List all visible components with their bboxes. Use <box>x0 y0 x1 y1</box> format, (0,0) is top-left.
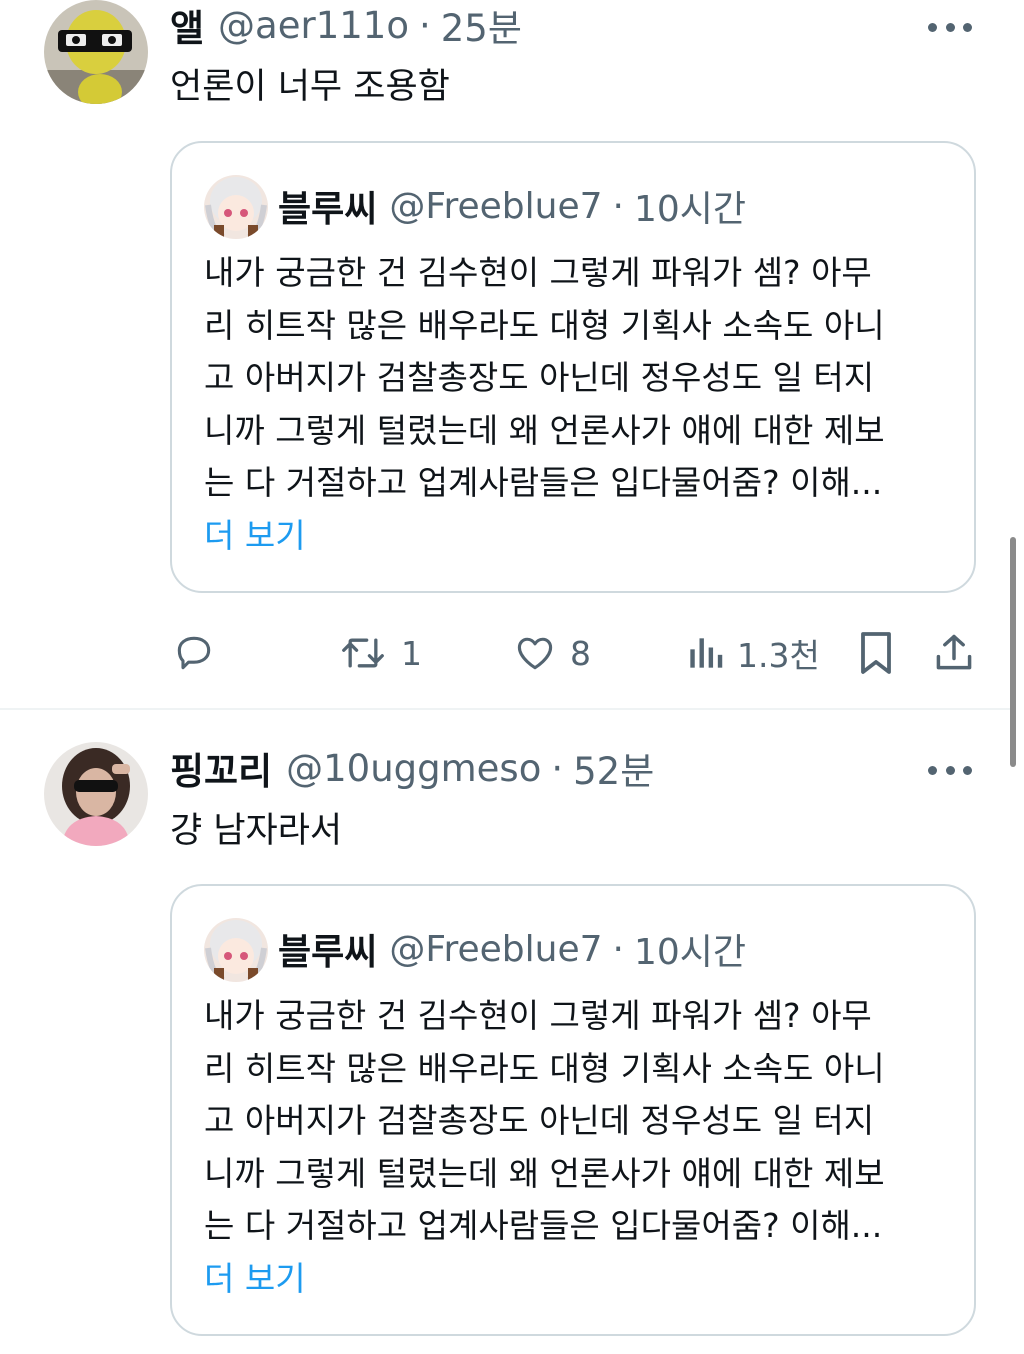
timestamp[interactable]: 52분 <box>573 741 654 795</box>
quoted-text-line: 내가 궁금한 건 김수현이 그렇게 파워가 셈? 아무 <box>204 996 872 1035</box>
quoted-header: 블루씨 @Freeblue7 · 10시간 <box>278 179 746 233</box>
tweet-text: 언론이 너무 조용함 <box>170 67 450 107</box>
quoted-avatar-image <box>204 175 268 239</box>
separator-dot: · <box>612 185 624 227</box>
quoted-timestamp: 10시간 <box>633 189 747 230</box>
more-icon[interactable] <box>928 12 972 42</box>
avatar[interactable] <box>44 742 148 846</box>
retweet-button[interactable]: 1 <box>337 620 422 686</box>
action-bar: 1 8 1.3천 <box>0 620 1010 686</box>
share-icon <box>936 634 972 670</box>
quoted-text-line: 고 아버지가 검찰총장도 아닌데 정우성도 일 터지 <box>204 358 875 397</box>
display-name[interactable]: 핑꼬리 <box>170 741 272 795</box>
timestamp[interactable]: 25분 <box>441 0 522 52</box>
share-button[interactable] <box>932 620 976 686</box>
display-name[interactable]: 앨 <box>170 0 204 52</box>
quoted-avatar-image <box>204 918 268 982</box>
quoted-text: 내가 궁금한 건 김수현이 그렇게 파워가 셈? 아무 리 히트작 많은 배우라… <box>204 247 954 562</box>
quoted-text-line: 리 히트작 많은 배우라도 대형 기획사 소속도 아니 <box>204 305 885 345</box>
quoted-text-line: 고 아버지가 검찰총장도 아닌데 정우성도 일 터지 <box>204 1101 875 1140</box>
scrollbar[interactable] <box>1010 537 1016 767</box>
quoted-display-name: 블루씨 <box>278 932 378 973</box>
retweet-count: 1 <box>401 633 422 673</box>
quoted-avatar[interactable] <box>204 918 268 982</box>
quoted-text-line: 니까 그렇게 털렸는데 왜 언론사가 얘에 대한 제보 <box>204 1153 885 1193</box>
separator-dot: · <box>418 3 431 47</box>
reply-button[interactable] <box>172 620 228 686</box>
separator-dot: · <box>612 928 624 970</box>
quoted-handle: @Freeblue7 <box>389 928 603 970</box>
reply-icon <box>177 636 211 670</box>
like-button[interactable]: 8 <box>512 620 591 686</box>
view-count: 1.3천 <box>737 636 820 675</box>
bookmark-icon <box>861 632 891 674</box>
tweet[interactable]: 앨 @aer111o · 25분 언론이 너무 조용함 블루씨 @Freeblu… <box>0 0 1010 710</box>
views-button[interactable]: 1.3천 <box>685 620 820 686</box>
tweet-header: 앨 @aer111o · 25분 <box>170 0 522 52</box>
tweet[interactable]: 핑꼬리 @10uggmeso · 52분 걍 남자라서 블루씨 @Freeblu… <box>0 711 1010 1354</box>
user-handle[interactable]: @10uggmeso <box>286 747 541 790</box>
more-icon[interactable] <box>928 755 972 785</box>
quoted-text-line: 내가 궁금한 건 김수현이 그렇게 파워가 셈? 아무 <box>204 253 872 292</box>
avatar-image <box>44 742 148 846</box>
quoted-tweet[interactable]: 블루씨 @Freeblue7 · 10시간 내가 궁금한 건 김수현이 그렇게 … <box>170 884 976 1336</box>
quoted-text: 내가 궁금한 건 김수현이 그렇게 파워가 셈? 아무 리 히트작 많은 배우라… <box>204 990 954 1305</box>
bookmark-button[interactable] <box>856 620 896 686</box>
like-count: 8 <box>570 633 591 673</box>
avatar[interactable] <box>44 0 148 104</box>
show-more-link[interactable]: 더 보기 <box>204 510 954 563</box>
quoted-avatar[interactable] <box>204 175 268 239</box>
quoted-header: 블루씨 @Freeblue7 · 10시간 <box>278 922 746 976</box>
separator-dot: · <box>551 746 564 790</box>
quoted-display-name: 블루씨 <box>278 189 378 230</box>
quoted-timestamp: 10시간 <box>633 932 747 973</box>
quoted-text-line: 는 다 거절하고 업계사람들은 입다물어줌? 이해... <box>204 463 883 502</box>
retweet-icon <box>342 638 384 668</box>
quoted-tweet[interactable]: 블루씨 @Freeblue7 · 10시간 내가 궁금한 건 김수현이 그렇게 … <box>170 141 976 593</box>
quoted-text-line: 는 다 거절하고 업계사람들은 입다물어줌? 이해... <box>204 1206 883 1245</box>
avatar-image <box>44 0 148 104</box>
quoted-text-line: 리 히트작 많은 배우라도 대형 기획사 소속도 아니 <box>204 1048 885 1088</box>
heart-icon <box>517 637 553 670</box>
quoted-text-line: 니까 그렇게 털렸는데 왜 언론사가 얘에 대한 제보 <box>204 410 885 450</box>
quoted-handle: @Freeblue7 <box>389 185 603 227</box>
divider <box>0 708 1010 710</box>
views-icon <box>690 638 723 668</box>
timeline: 앨 @aer111o · 25분 언론이 너무 조용함 블루씨 @Freeblu… <box>0 0 1024 1354</box>
show-more-link[interactable]: 더 보기 <box>204 1253 954 1306</box>
tweet-header: 핑꼬리 @10uggmeso · 52분 <box>170 741 654 795</box>
user-handle[interactable]: @aer111o <box>218 4 409 47</box>
tweet-text: 걍 남자라서 <box>170 811 343 851</box>
